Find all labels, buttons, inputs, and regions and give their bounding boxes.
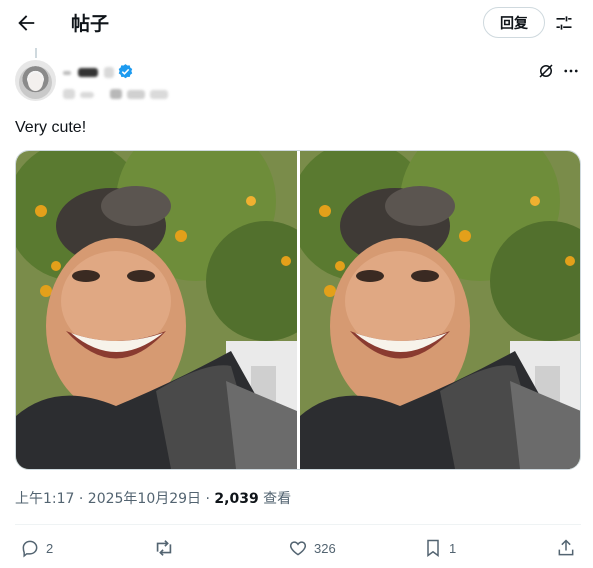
share-icon	[558, 539, 574, 556]
reply-button[interactable]: 回复	[483, 7, 545, 38]
back-button[interactable]	[8, 5, 44, 41]
bookmark-action[interactable]: 1	[423, 537, 456, 559]
grok-icon	[539, 64, 553, 78]
divider	[15, 524, 581, 525]
repost-icon	[156, 540, 172, 556]
views-label: 查看	[258, 491, 292, 507]
top-bar: 帖子 回复	[0, 0, 593, 46]
share-action[interactable]	[556, 537, 576, 559]
author-name-redacted[interactable]	[78, 68, 98, 77]
sliders-icon	[556, 16, 572, 30]
more-horizontal-icon	[564, 69, 578, 73]
author-handle-redacted[interactable]	[80, 92, 94, 98]
like-count: 326	[314, 540, 336, 556]
reply-bubble-icon	[22, 540, 38, 558]
thread-line	[35, 48, 37, 58]
avatar[interactable]	[15, 60, 56, 101]
author-name-redacted[interactable]	[104, 67, 114, 78]
like-action[interactable]: 326	[288, 537, 336, 559]
more-options-button[interactable]	[560, 60, 582, 82]
author-name-redacted[interactable]	[63, 71, 71, 75]
repost-action[interactable]	[153, 537, 175, 559]
author-handle-redacted[interactable]	[150, 90, 168, 99]
page-title: 帖子	[71, 13, 110, 35]
author-handle-redacted[interactable]	[110, 89, 122, 99]
media-grid	[15, 150, 581, 470]
post-photo[interactable]	[16, 151, 297, 469]
filter-settings-button[interactable]	[550, 9, 578, 37]
reply-count: 2	[46, 540, 54, 556]
bookmark-icon	[427, 539, 439, 557]
avatar-face	[28, 73, 43, 91]
post-meta: 上午1:17 · 2025年10月29日 · 2,039 查看	[15, 488, 291, 508]
bookmark-count: 1	[449, 540, 457, 556]
reply-action[interactable]: 2	[20, 537, 53, 559]
author-handle-redacted[interactable]	[63, 89, 75, 99]
post-photo[interactable]	[300, 151, 580, 469]
post-text: Very cute!	[15, 119, 87, 136]
view-count[interactable]: 2,039	[214, 491, 258, 507]
photo-image	[16, 151, 297, 469]
heart-icon	[289, 541, 307, 556]
back-arrow-icon	[18, 15, 35, 31]
photo-image	[300, 151, 580, 469]
verified-badge-icon	[118, 64, 133, 79]
grok-button[interactable]	[535, 60, 557, 82]
post-timestamp[interactable]: 上午1:17 · 2025年10月29日 ·	[15, 491, 214, 507]
author-handle-redacted[interactable]	[127, 90, 145, 99]
